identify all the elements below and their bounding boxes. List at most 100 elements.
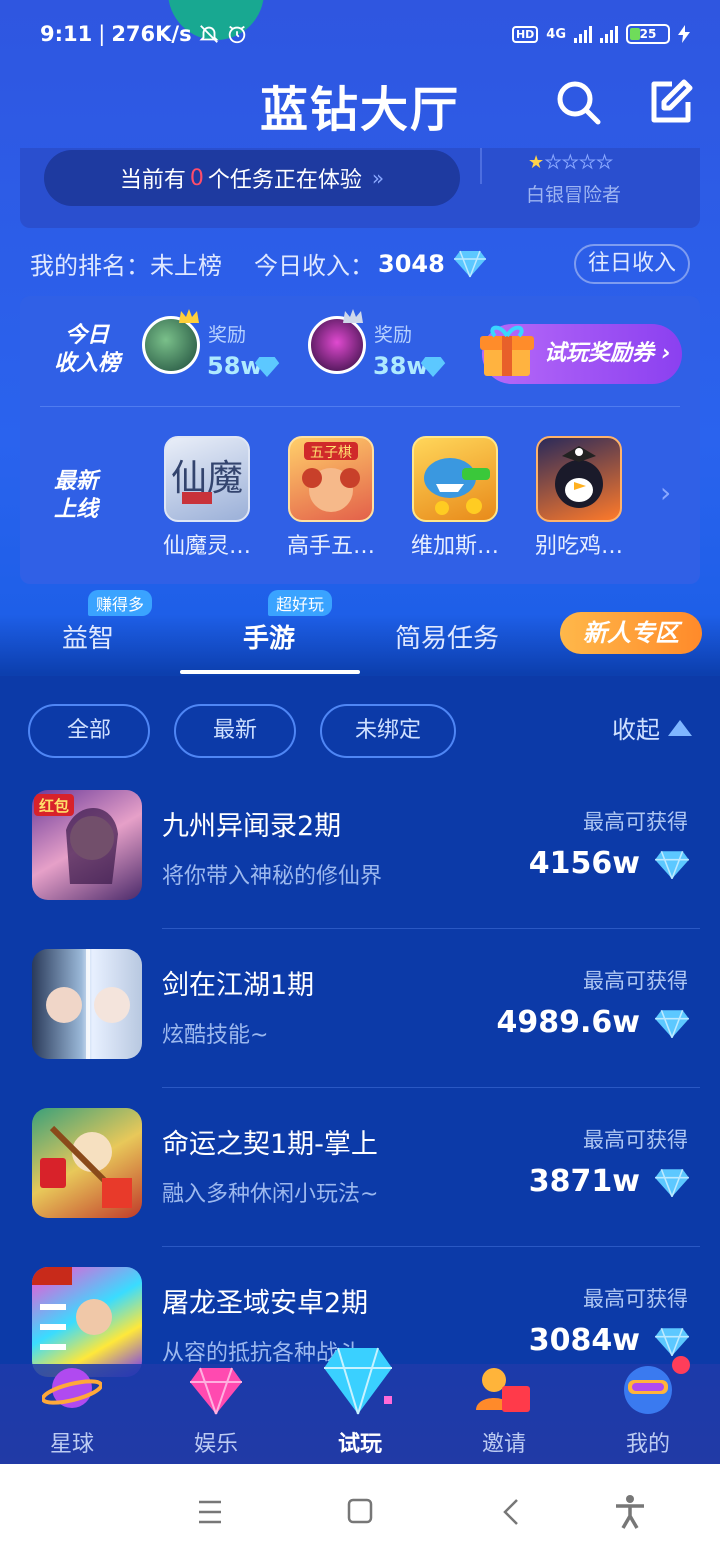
game-icon-art <box>46 949 130 1059</box>
income-tag-line2: 收入榜 <box>54 351 121 376</box>
game-name[interactable]: 维加斯… <box>400 528 510 560</box>
svg-text:红包: 红包 <box>39 797 69 815</box>
accessibility-icon[interactable] <box>610 1494 650 1530</box>
nav-item-trial[interactable]: 试玩 <box>288 1347 432 1464</box>
game-icon-art <box>40 1125 132 1208</box>
avatar[interactable] <box>308 316 366 374</box>
max-reward-amount: 3084w <box>528 1323 640 1358</box>
tab-badge: 赚得多 <box>88 590 153 616</box>
diamond-icon <box>420 357 446 377</box>
game-icon <box>32 949 142 1059</box>
game-icon: 红包 <box>32 790 142 900</box>
nav-item-entertainment[interactable]: 娱乐 <box>144 1364 288 1464</box>
task-card: 当前有 0 个任务正在体验 » ★★★★★ 白银冒险者 <box>20 148 700 228</box>
rank-value: 未上榜 <box>150 252 222 280</box>
active-tab-indicator <box>180 670 360 674</box>
task-prefix: 当前有 <box>119 168 186 193</box>
game-icon-art <box>424 458 490 515</box>
diamond-icon <box>655 850 689 880</box>
diamond-icon <box>655 1327 689 1357</box>
menu-icon[interactable] <box>190 1494 230 1530</box>
new-release-tag: 最新 上线 <box>43 468 135 524</box>
diamond-icon <box>655 1009 689 1039</box>
game-icon <box>32 1267 142 1377</box>
rank-label: 我的排名： <box>30 252 150 280</box>
nav-label: 邀请 <box>481 1432 526 1457</box>
home-icon[interactable] <box>340 1494 380 1530</box>
chevron-right-icon[interactable]: › <box>660 476 671 509</box>
game-icon[interactable]: 仙魔 <box>164 436 250 522</box>
filter-all[interactable]: 全部 <box>28 704 150 758</box>
income-rank-tag[interactable]: 今日 收入榜 <box>43 322 135 378</box>
nav-label: 娱乐 <box>193 1432 238 1457</box>
divider <box>480 148 482 184</box>
game-icon[interactable] <box>536 436 622 522</box>
game-description: 将你带入神秘的修仙界 <box>162 864 383 889</box>
game-icon <box>32 1108 142 1218</box>
rank-title: 白银冒险者 <box>526 184 622 206</box>
task-count: 0 <box>189 165 204 191</box>
diamond-icon <box>254 357 280 377</box>
game-title: 剑在江湖1期 <box>162 970 315 1001</box>
tab-puzzle[interactable]: 益智 <box>62 618 114 655</box>
nav-item-planet[interactable]: 星球 <box>0 1364 144 1464</box>
game-icon-art <box>32 1267 112 1350</box>
game-icon-art <box>555 446 603 508</box>
invite-icon <box>476 1368 530 1412</box>
newbie-zone-button[interactable]: 新人专区 <box>560 612 702 654</box>
list-item[interactable]: 剑在江湖1期 炫酷技能~ 最高可获得 4989.6w <box>0 929 720 1088</box>
reward-label: 奖励 <box>374 324 413 346</box>
edit-icon[interactable] <box>646 78 694 126</box>
trial-coupon-button[interactable]: 试玩奖励券 › <box>480 324 682 384</box>
signal-icon <box>574 25 592 43</box>
filter-unbound[interactable]: 未绑定 <box>320 704 456 758</box>
back-icon[interactable] <box>492 1494 532 1530</box>
triangle-up-icon <box>668 720 692 736</box>
divider <box>40 406 680 407</box>
bell-off-icon <box>199 25 219 43</box>
battery-level: 25 <box>639 27 657 41</box>
network-type: 4G <box>546 26 566 42</box>
search-icon[interactable] <box>554 78 602 126</box>
chevron-right-icon: » <box>371 166 385 190</box>
new-tag-line1: 最新 <box>54 469 99 494</box>
tab-mobile-games[interactable]: 手游 <box>243 618 295 655</box>
game-icon[interactable] <box>412 436 498 522</box>
past-income-button[interactable]: 往日收入 <box>574 244 690 284</box>
max-reward-amount: 4156w <box>528 846 640 881</box>
game-name[interactable]: 仙魔灵… <box>152 528 262 560</box>
coupon-label: 试玩奖励券 <box>544 341 655 366</box>
game-name[interactable]: 别吃鸡… <box>524 528 634 560</box>
tab-simple-tasks[interactable]: 简易任务 <box>395 618 499 655</box>
nav-label: 我的 <box>625 1432 670 1457</box>
game-title: 九州异闻录2期 <box>162 811 342 842</box>
game-icon[interactable]: 五子棋 <box>288 436 374 522</box>
crown-icon <box>343 309 363 323</box>
diamond-icon <box>324 1347 392 1415</box>
list-item[interactable]: 红包 九州异闻录2期 将你带入神秘的修仙界 最高可获得 4156w <box>0 770 720 929</box>
game-description: 融入多种休闲小玩法~ <box>162 1182 379 1207</box>
planet-icon <box>42 1368 102 1408</box>
crown-icon <box>179 309 199 323</box>
gem-icon <box>190 1367 242 1415</box>
max-reward-hint: 最高可获得 <box>583 1287 688 1311</box>
avatar[interactable] <box>142 316 200 374</box>
task-status-pill[interactable]: 当前有 0 个任务正在体验 » <box>44 150 460 206</box>
status-divider: | <box>98 22 106 46</box>
max-reward-amount: 4989.6w <box>496 1005 640 1040</box>
diamond-icon <box>453 250 486 277</box>
collapse-button[interactable]: 收起 <box>612 710 692 745</box>
nav-item-profile[interactable]: 我的 <box>576 1364 720 1464</box>
rank-stars: ★★★★★ <box>528 152 614 174</box>
game-title: 命运之契1期-掌上 <box>162 1129 378 1160</box>
max-reward-hint: 最高可获得 <box>583 810 688 834</box>
leaderboard-card: 今日 收入榜 奖励 58w 奖励 38w 试玩奖励券 › 最新 上线 仙魔 仙魔… <box>20 296 700 584</box>
filter-latest[interactable]: 最新 <box>174 704 296 758</box>
game-name[interactable]: 高手五… <box>276 528 386 560</box>
game-description: 炫酷技能~ <box>162 1023 269 1048</box>
list-item[interactable]: 命运之契1期-掌上 融入多种休闲小玩法~ 最高可获得 3871w <box>0 1088 720 1247</box>
chevron-right-icon: › <box>654 341 671 366</box>
nav-item-invite[interactable]: 邀请 <box>432 1364 576 1464</box>
gift-box-icon <box>480 325 534 376</box>
max-reward-hint: 最高可获得 <box>583 969 688 993</box>
